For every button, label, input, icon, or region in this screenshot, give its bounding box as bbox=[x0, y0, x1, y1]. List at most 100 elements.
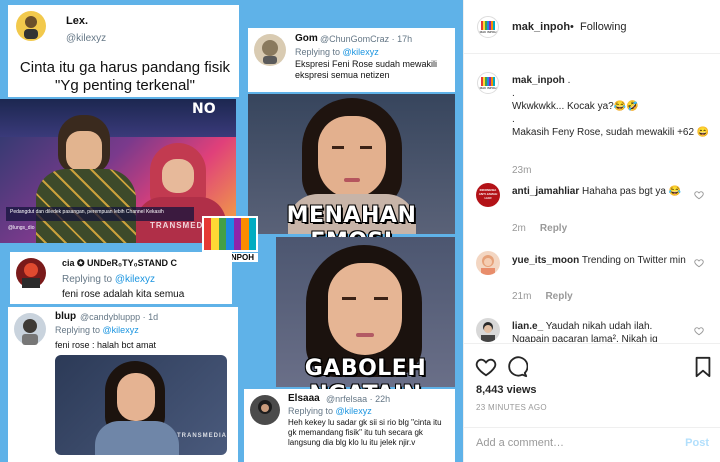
reply-handle-link[interactable]: @kilexyz bbox=[103, 325, 139, 335]
comment-input[interactable]: Add a comment… bbox=[476, 437, 564, 449]
comment-age: 21m bbox=[512, 291, 532, 302]
reply-link[interactable]: Reply bbox=[540, 223, 567, 234]
tweet-replying: Replying to @kilexyz bbox=[55, 325, 139, 335]
logo-bars bbox=[202, 216, 258, 252]
like-comment-heart-icon[interactable] bbox=[694, 326, 704, 336]
comment: lian.e_ Yaudah nikah udah ilah. Ngapain … bbox=[512, 320, 692, 342]
bookmark-icon[interactable] bbox=[694, 356, 712, 378]
logo-text: MAK INPOH bbox=[479, 30, 497, 34]
header-separator: • bbox=[570, 21, 574, 33]
caption-text: Makasih Feny Rose, sudah mewakili +62 😄 bbox=[512, 127, 710, 138]
logo-text: MAK INPOH bbox=[479, 86, 497, 90]
avatar-text: INDONESIA ANTI JAMAH LIAR bbox=[478, 188, 498, 200]
like-comment-heart-icon[interactable] bbox=[694, 258, 704, 268]
tweet-text: Ekspresi Feni Rose sudah mewakili ekspre… bbox=[295, 59, 438, 80]
tweet-handle: @candybluppp · 1d bbox=[80, 312, 159, 322]
logo-bars-icon bbox=[481, 21, 495, 30]
tweet-card-gom: Gom @ChunGomCraz · 17h Replying to @kile… bbox=[248, 28, 455, 92]
comment-username[interactable]: anti_jamahliar bbox=[512, 186, 579, 197]
tweet-text: Cinta itu ga harus pandang fisik bbox=[19, 59, 231, 76]
tweet-text: feni rose : halah bct amat bbox=[55, 340, 157, 350]
comment-avatar[interactable] bbox=[476, 318, 500, 342]
comment-text: Trending on Twitter min bbox=[581, 255, 686, 266]
tweet-text: Heh kekey lu sadar gk sii si rio blg "ci… bbox=[288, 418, 442, 447]
comment: yue_its_moon Trending on Twitter min bbox=[512, 254, 692, 267]
logo-bar bbox=[204, 218, 212, 250]
comment-bubble-icon[interactable] bbox=[506, 356, 528, 378]
comment-avatar[interactable]: INDONESIA ANTI JAMAH LIAR bbox=[476, 183, 500, 207]
tv-screenshot-studio: NO TRANSMEDIA Pedangdut dan diledek pasa… bbox=[0, 99, 236, 243]
post-timestamp: 23 MINUTES AGO bbox=[476, 403, 547, 412]
tweet-handle: @ChunGomCraz · 17h bbox=[320, 34, 413, 44]
caption-text: . bbox=[512, 88, 515, 99]
logo-bar bbox=[218, 218, 227, 250]
tweet-card-elsaaa: Elsaaa @nrfelsaa · 22h Replying to @kile… bbox=[244, 389, 455, 462]
tweet-text: "Yg penting terkenal" bbox=[55, 77, 195, 94]
tweet-author: cia ✪ UNDeR₀TY₀STAND C bbox=[62, 258, 178, 268]
add-comment-bar: Add a comment… Post bbox=[464, 427, 720, 462]
avatar bbox=[16, 11, 46, 41]
instagram-post-view: Lex. @kilexyz Cinta itu ga harus pandang… bbox=[0, 0, 720, 462]
avatar bbox=[250, 395, 280, 425]
comment: anti_jamahliar Hahaha pas bgt ya 😂 bbox=[512, 185, 692, 198]
tweet-replying: Replying to @kilexyz bbox=[295, 47, 379, 57]
comment-clip: lian.e_ Yaudah nikah udah ilah. Ngapain … bbox=[512, 320, 702, 342]
tv-badge: TRANSMEDIA bbox=[177, 433, 227, 439]
comment-age: 2m bbox=[512, 223, 526, 234]
logo-bars-icon bbox=[481, 77, 495, 86]
following-button[interactable]: Following bbox=[580, 21, 626, 33]
caption: mak_inpoh . . Wkwkwkk... Kocak ya?😂🤣 . M… bbox=[512, 74, 710, 139]
reply-handle-link[interactable]: @kilexyz bbox=[336, 406, 372, 416]
post-comment-button[interactable]: Post bbox=[685, 437, 709, 449]
comment-avatar[interactable] bbox=[476, 251, 500, 275]
avatar bbox=[254, 34, 286, 66]
reply-handle-link[interactable]: @kilexyz bbox=[343, 47, 379, 57]
tweet-replying: Replying to @kilexyz bbox=[288, 406, 372, 416]
caption-text: Wkwkwkk... Kocak ya?😂🤣 bbox=[512, 101, 639, 112]
logo-bar bbox=[493, 77, 495, 86]
comment-meta: 21m Reply bbox=[512, 291, 573, 302]
caption-text: . bbox=[567, 75, 571, 86]
profile-username[interactable]: mak_inpoh bbox=[512, 21, 570, 33]
logo-bar bbox=[493, 21, 495, 30]
logo-bar bbox=[248, 218, 256, 250]
avatar bbox=[14, 313, 46, 345]
action-bar: 8,443 views 23 MINUTES AGO bbox=[464, 343, 720, 427]
watermark: @lungs_dio bbox=[8, 225, 35, 231]
tweet-handle: @nrfelsaa · 22h bbox=[326, 394, 391, 404]
profile-avatar[interactable]: MAK INPOH bbox=[477, 16, 499, 38]
tweet-author: Gom bbox=[295, 33, 318, 44]
tweet-author: Elsaaa bbox=[288, 393, 320, 404]
caption-avatar[interactable]: MAK INPOH bbox=[477, 72, 499, 94]
comment-username[interactable]: lian.e_ bbox=[512, 321, 543, 332]
caption-age: 23m bbox=[512, 165, 532, 176]
avatar bbox=[16, 258, 46, 288]
logo-bar bbox=[226, 218, 234, 250]
reply-link[interactable]: Reply bbox=[545, 291, 572, 302]
reply-handle-link[interactable]: @kilexyz bbox=[115, 274, 155, 285]
logo-bar bbox=[211, 218, 219, 250]
logo-bar bbox=[233, 218, 242, 250]
tweet-card-lex: Lex. @kilexyz Cinta itu ga harus pandang… bbox=[8, 5, 239, 97]
tweet-replying: Replying to @kilexyz bbox=[62, 274, 155, 285]
tweet-author: blup bbox=[55, 311, 77, 322]
post-sidebar: MAK INPOH mak_inpoh • Following MAK INPO… bbox=[463, 0, 720, 462]
tv-subtitle: Pedangdut dan diledek pasangan, perempua… bbox=[10, 209, 164, 215]
post-image[interactable]: Lex. @kilexyz Cinta itu ga harus pandang… bbox=[0, 0, 463, 462]
logo-bar bbox=[241, 218, 249, 250]
caption-meta: 23m bbox=[512, 165, 531, 176]
like-heart-icon[interactable] bbox=[475, 356, 497, 378]
caption-text: . bbox=[512, 114, 515, 125]
tweet-text: feni rose adalah kita semua bbox=[62, 289, 185, 300]
tweet-author: Lex. bbox=[66, 15, 89, 27]
view-count[interactable]: 8,443 views bbox=[476, 384, 537, 396]
comment-text: Hahaha pas bgt ya 😂 bbox=[582, 186, 682, 197]
tweet-card-cia: cia ✪ UNDeR₀TY₀STAND C Replying to @kile… bbox=[10, 252, 232, 304]
caption-username[interactable]: mak_inpoh bbox=[512, 75, 565, 86]
comment-meta: 2m Reply bbox=[512, 223, 567, 234]
tweet-photo: TRANSMEDIA bbox=[55, 355, 227, 455]
comment-username[interactable]: yue_its_moon bbox=[512, 255, 579, 266]
tweet-handle: @kilexyz bbox=[66, 33, 107, 44]
post-header: MAK INPOH mak_inpoh • Following bbox=[464, 0, 720, 54]
like-comment-heart-icon[interactable] bbox=[694, 190, 704, 200]
